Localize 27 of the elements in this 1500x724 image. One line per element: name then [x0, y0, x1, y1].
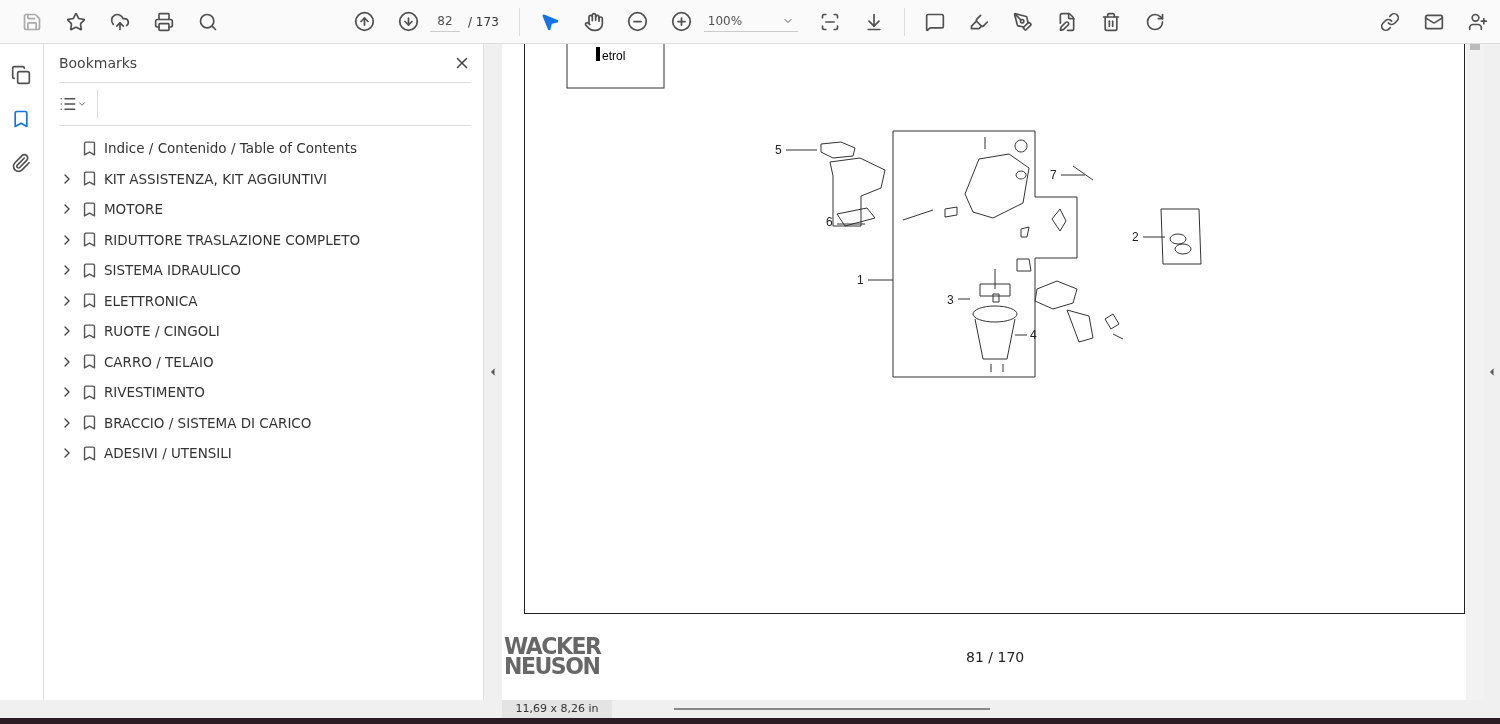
bookmark-item[interactable]: RIDUTTORE TRASLAZIONE COMPLETO: [103, 231, 361, 248]
callout-number: 7: [1050, 168, 1057, 182]
page-size: 11,69 x 8,26 in: [502, 700, 612, 718]
page-number-field[interactable]: 82: [430, 11, 460, 32]
callout-number: 5: [775, 143, 782, 157]
bookmark-item[interactable]: SISTEMA IDRAULICO: [103, 262, 241, 279]
bookmark-item[interactable]: RUOTE / CINGOLI: [103, 323, 220, 340]
callout-number: 4: [1030, 328, 1037, 342]
bookmark-item[interactable]: Indice / Contenido / Table of Contents: [103, 140, 357, 157]
fuel-tag: etrol: [602, 49, 626, 63]
bookmark-item[interactable]: ELETTRONICA: [103, 292, 198, 309]
callout-number: 3: [947, 293, 954, 307]
callout-number: 2: [1132, 230, 1139, 244]
callout-number: 6: [826, 215, 833, 229]
bookmark-item[interactable]: ADESIVI / UTENSILI: [103, 445, 232, 462]
bookmark-item[interactable]: CARRO / TELAIO: [103, 353, 214, 370]
bookmark-item[interactable]: BRACCIO / SISTEMA DI CARICO: [103, 414, 312, 431]
bookmark-item[interactable]: KIT ASSISTENZA, KIT AGGIUNTIVI: [103, 170, 327, 187]
bookmark-item[interactable]: MOTORE: [103, 201, 163, 218]
zoom-dropdown[interactable]: 100%: [703, 11, 798, 32]
bookmark-item[interactable]: RIVESTIMENTO: [103, 384, 205, 401]
page-number: 81 / 170: [966, 649, 1025, 665]
callout-number: 1: [857, 273, 864, 287]
logo-text: NEUSON: [504, 656, 600, 678]
panel-title: Bookmarks: [58, 55, 138, 71]
page-total: / 173: [468, 14, 499, 29]
logo-text: WACKER: [504, 636, 603, 658]
